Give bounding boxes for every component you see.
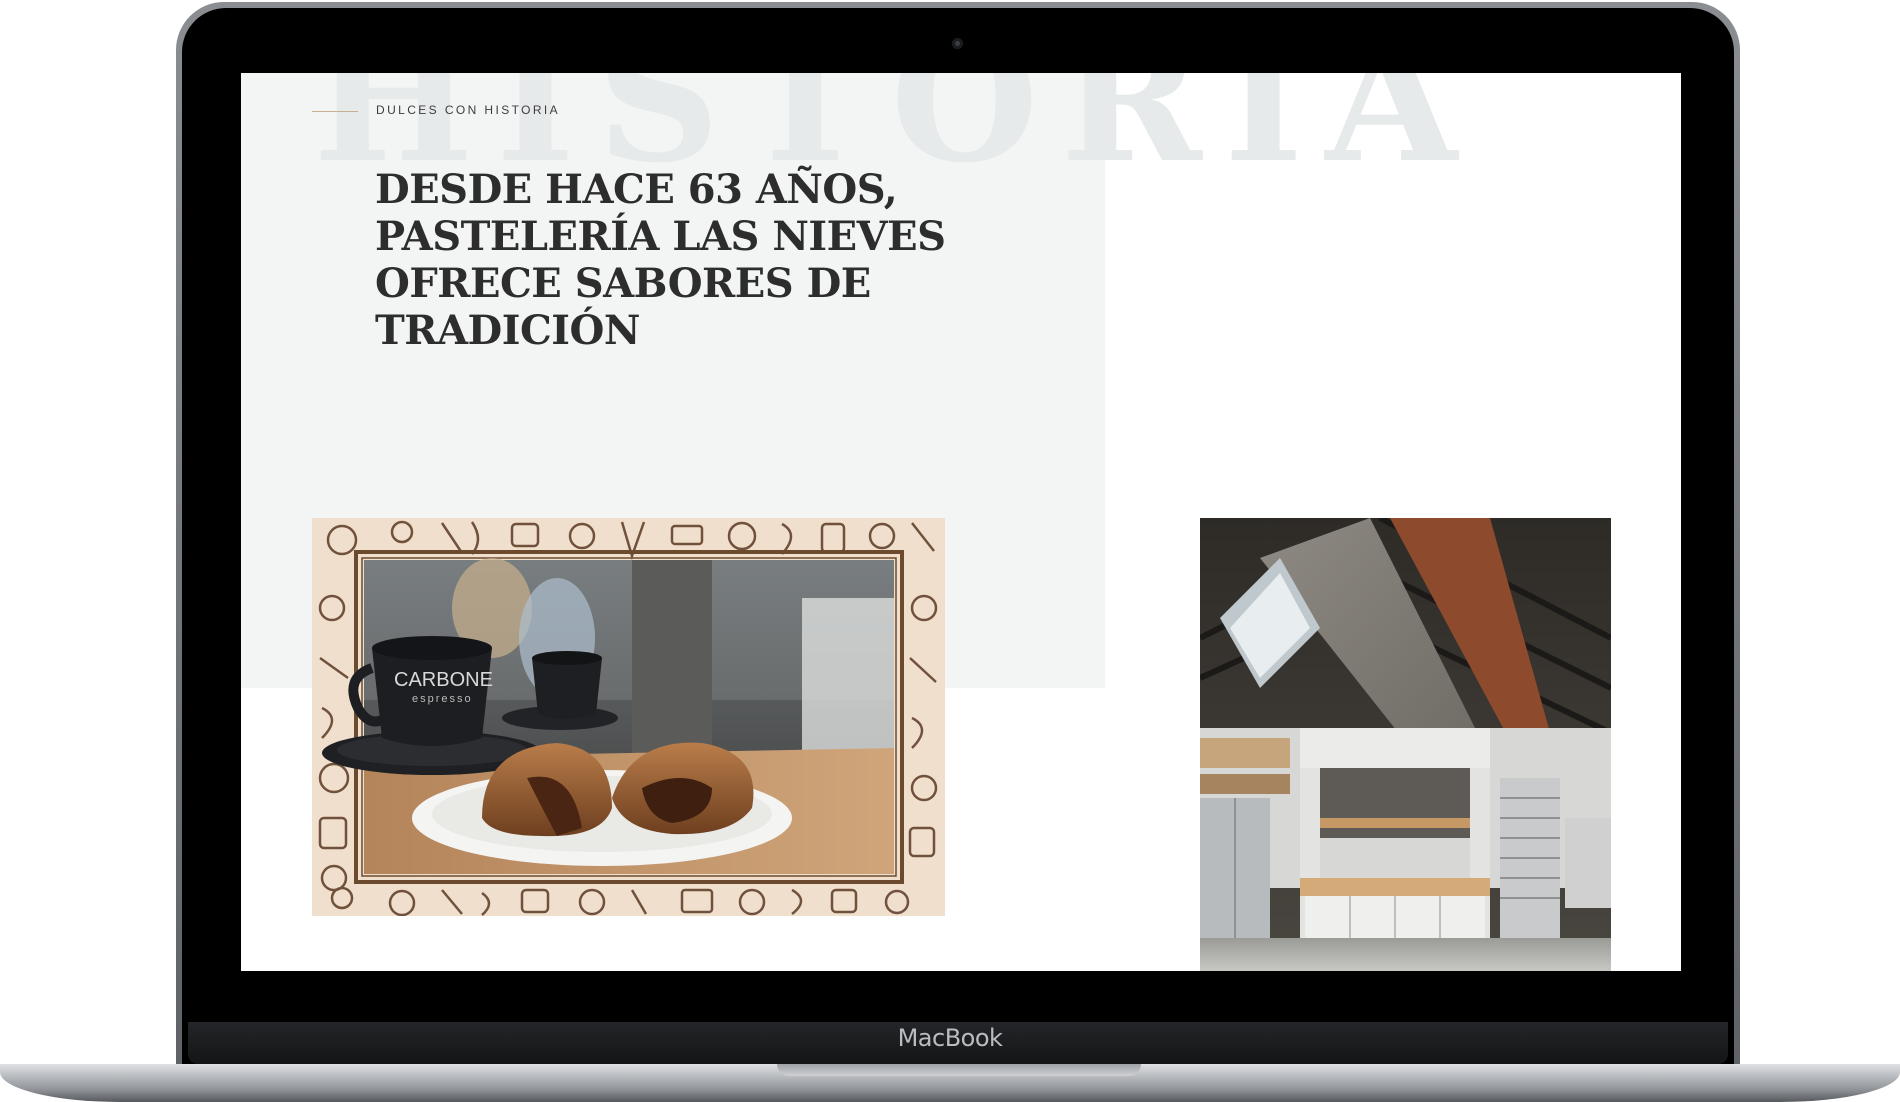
- camera-icon: [952, 38, 963, 49]
- headline-line: PASTELERÍA LAS NIEVES: [375, 213, 946, 260]
- device-brand-label: MacBook: [897, 1024, 1003, 1052]
- headline-line: DESDE HACE 63 AÑOS,: [375, 166, 898, 213]
- cup-brand-text: CARBONE: [394, 669, 493, 691]
- web-page: HISTORIA DULCES CON HISTORIA DESDE HACE …: [241, 73, 1681, 971]
- laptop-base-notch: [777, 1064, 1141, 1076]
- bakery-kitchen-photo: [1200, 518, 1611, 971]
- headline-line: TRADICIÓN: [375, 307, 640, 354]
- coffee-croissant-photo: CARBONE espresso: [312, 518, 945, 916]
- eyebrow-divider: [312, 111, 358, 112]
- section-eyebrow: DULCES CON HISTORIA: [376, 103, 561, 117]
- headline-line: OFRECE SABORES DE: [375, 260, 871, 307]
- cup-sub-text: espresso: [412, 693, 473, 705]
- section-headline: DESDE HACE 63 AÑOS, PASTELERÍA LAS NIEVE…: [375, 166, 1015, 354]
